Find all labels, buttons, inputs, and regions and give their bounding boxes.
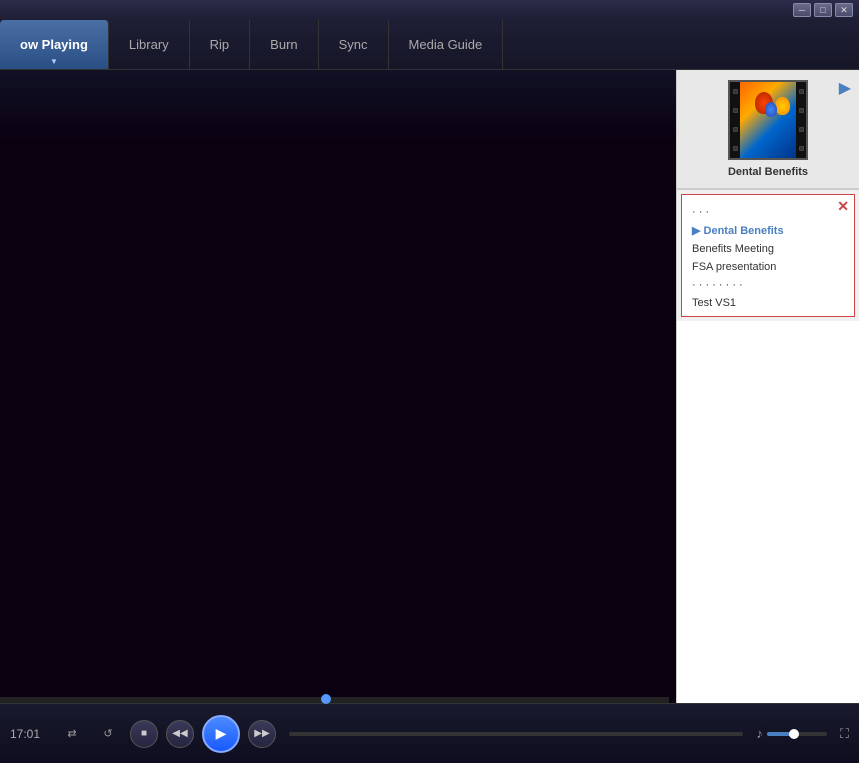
video-area [0,70,676,703]
tab-library[interactable]: Library [109,20,190,69]
stop-button[interactable]: ■ [130,720,158,748]
tab-now-playing-label: ow Playing [20,37,88,52]
right-sidebar: ▶ [676,70,859,703]
tab-burn[interactable]: Burn [250,20,318,69]
repeat-button[interactable]: ↺ [94,724,122,744]
tab-burn-label: Burn [270,37,297,52]
thumbnail-wrapper[interactable] [728,80,808,160]
video-seek-bar[interactable] [0,697,669,703]
now-playing-title: Dental Benefits [728,166,808,178]
film-hole [799,108,804,113]
shuffle-button[interactable]: ⇄ [58,724,86,744]
time-display: 17:01 [10,727,50,741]
film-image [740,82,796,158]
main-content: ▶ [0,70,859,703]
tab-library-label: Library [129,37,169,52]
minimize-button[interactable]: ─ [793,3,811,17]
film-hole [799,127,804,132]
prev-button[interactable]: ◀◀ [166,720,194,748]
tab-media-guide[interactable]: Media Guide [389,20,504,69]
film-strip-left [730,82,740,158]
volume-progress [767,732,791,736]
playlist-close-button[interactable]: ✕ [837,198,849,215]
film-hole [733,127,738,132]
nav-bar: ow Playing Library Rip Burn Sync Media G… [0,20,859,70]
video-canvas [0,145,676,697]
video-top-bar [0,70,676,145]
np-arrow-icon[interactable]: ▶ [839,78,851,98]
window-chrome: ─ □ ✕ [0,0,859,20]
thumbnail-film [728,80,808,160]
next-button[interactable]: ▶▶ [248,720,276,748]
video-seek-thumb[interactable] [321,694,331,704]
control-bar: 17:01 ⇄ ↺ ■ ◀◀ ▶ ▶▶ ♪ ⛶ [0,703,859,763]
sidebar-rest [677,321,859,703]
volume-thumb[interactable] [789,729,799,739]
volume-area: ♪ [756,726,827,741]
play-button[interactable]: ▶ [202,715,240,753]
close-button[interactable]: ✕ [835,3,853,17]
fullscreen-button[interactable]: ⛶ [840,726,849,742]
film-hole [799,89,804,94]
volume-bar[interactable] [767,732,827,736]
tab-sync-label: Sync [339,37,368,52]
tab-sync[interactable]: Sync [319,20,389,69]
playlist-item-dental[interactable]: ▶ Dental Benefits [682,221,854,240]
film-hole [733,146,738,151]
playlist-item-benefits[interactable]: Benefits Meeting [682,240,854,258]
film-strip-right [796,82,806,158]
film-hole [733,108,738,113]
film-hole [733,89,738,94]
balloon2 [775,97,790,115]
seek-bar[interactable] [289,732,743,736]
playlist-item-dots[interactable]: · · · · · · · · [682,276,854,294]
balloon3 [765,102,777,117]
restore-button[interactable]: □ [814,3,832,17]
tab-now-playing[interactable]: ow Playing [0,20,109,69]
playlist-item-testv51[interactable]: Test VS1 [682,294,854,312]
now-playing-panel: ▶ [677,70,859,190]
tab-rip[interactable]: Rip [190,20,251,69]
tab-media-guide-label: Media Guide [409,37,483,52]
tab-rip-label: Rip [210,37,230,52]
playlist-item-fsa[interactable]: FSA presentation [682,258,854,276]
playlist-item-0[interactable]: · · · [682,203,854,221]
playlist-dropdown: ✕ · · · ▶ Dental Benefits Benefits Meeti… [681,194,855,317]
volume-icon[interactable]: ♪ [756,726,763,741]
film-hole [799,146,804,151]
